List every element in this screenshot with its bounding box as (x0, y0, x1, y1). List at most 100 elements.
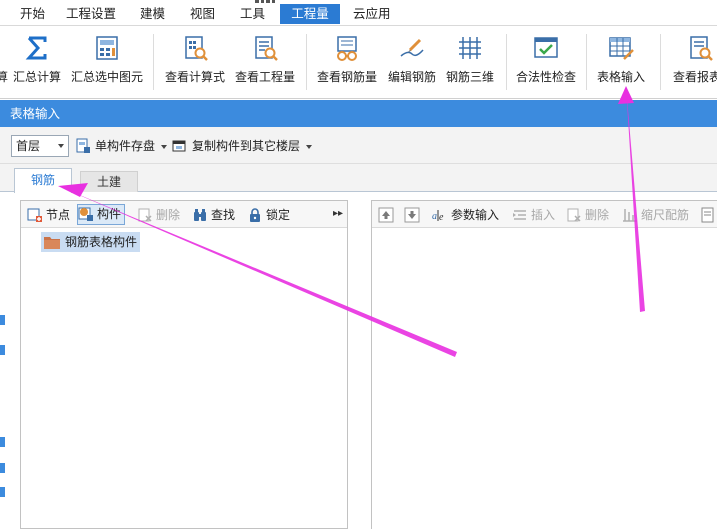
save-component-icon (76, 138, 90, 153)
view-rebar-button[interactable]: 查看钢筋量 (312, 26, 382, 99)
copy-floor-icon (172, 140, 186, 152)
tree-toolbar: 节点 构件 删除 查找 锁定 ▸▸ (21, 201, 347, 228)
background-window-edge (0, 463, 5, 473)
background-window-edge (0, 345, 5, 355)
parameter-toolbar: a e 参数输入 插入 删除 缩尺配筋 (372, 201, 717, 228)
copy-component-label: 复制构件到其它楼层 (192, 139, 301, 153)
move-up-button[interactable] (378, 206, 394, 224)
view-formula-button[interactable]: 查看计算式 (160, 26, 230, 99)
add-node-button[interactable]: 节点 (27, 206, 70, 224)
edit-rebar-icon (400, 38, 424, 57)
arrow-down-icon (404, 207, 420, 223)
insert-button[interactable]: 插入 (512, 206, 555, 224)
floor-select[interactable]: 首层 (11, 135, 69, 157)
param-input-icon: a e (432, 210, 444, 223)
view-report-label: 查看报表 (673, 70, 717, 84)
ribbon-separator (153, 34, 154, 90)
floor-select-value: 首层 (16, 139, 41, 153)
save-component-label: 单构件存盘 (95, 139, 156, 153)
add-component-button[interactable]: 构件 (77, 204, 126, 225)
document-icon (701, 207, 714, 223)
menu-project-settings[interactable]: 工程设置 (60, 4, 122, 24)
add-node-icon (27, 208, 42, 222)
panel-title: 表格输入 (0, 100, 717, 127)
ribbon-separator (586, 34, 587, 90)
view-quantity-button[interactable]: 查看工程量 (230, 26, 300, 99)
chevron-down-icon (58, 144, 64, 148)
arrow-up-icon (378, 207, 394, 223)
table-input-label: 表格输入 (596, 70, 645, 84)
menu-cloud[interactable]: 云应用 (347, 4, 397, 24)
rebar-3d-button[interactable]: 钢筋三维 (440, 26, 500, 99)
tab-civil[interactable]: 土建 (80, 171, 138, 192)
menu-start[interactable]: 开始 (14, 4, 51, 24)
delete-icon (567, 208, 581, 222)
calc-selected-icon (96, 36, 118, 60)
folder-icon (44, 237, 60, 249)
more-icon[interactable]: ▸▸ (333, 208, 343, 219)
ribbon-separator (506, 34, 507, 90)
insert-row-icon (513, 210, 526, 220)
param-input-button[interactable]: a e 参数输入 (432, 206, 499, 224)
delete-label: 删除 (156, 208, 181, 222)
copy-component-button[interactable]: 复制构件到其它楼层 (172, 137, 313, 155)
ribbon-partial-button[interactable]: 算 (0, 26, 8, 99)
view-quantity-icon (255, 36, 278, 61)
summary-calc-label: 汇总计算 (12, 70, 61, 84)
binoculars-icon (194, 209, 206, 221)
view-quantity-label: 查看工程量 (234, 70, 295, 84)
background-window-edge (0, 315, 5, 325)
view-rebar-label: 查看钢筋量 (316, 70, 377, 84)
svg-text:e: e (439, 212, 444, 223)
sigma-icon (25, 36, 47, 60)
scale-rebar-icon (623, 209, 637, 222)
edit-rebar-label: 编辑钢筋 (387, 70, 436, 84)
document-button[interactable] (700, 206, 716, 224)
menu-tools[interactable]: 工具 (234, 4, 271, 24)
menu-modeling[interactable]: 建模 (134, 4, 171, 24)
ribbon-separator (306, 34, 307, 90)
delete-button[interactable]: 删除 (137, 206, 180, 224)
view-formula-icon (185, 36, 208, 61)
summary-selected-button[interactable]: 汇总选中图元 (68, 26, 146, 99)
ribbon: 算 汇总计算 汇总选中图元 查看计算式 查看工程量 查看钢筋量 编辑钢筋 钢筋三… (0, 26, 717, 99)
rebar-3d-label: 钢筋三维 (445, 70, 494, 84)
tree-item-rebar-table[interactable]: 钢筋表格构件 (41, 232, 141, 252)
delete-row-label: 删除 (585, 208, 610, 222)
move-down-button[interactable] (404, 206, 420, 224)
find-button[interactable]: 查找 (192, 206, 235, 224)
tree-item-label: 钢筋表格构件 (65, 235, 138, 249)
lock-icon (250, 208, 260, 222)
chevron-down-icon (161, 144, 168, 149)
table-input-button[interactable]: 表格输入 (590, 26, 652, 99)
ribbon-separator (660, 34, 661, 90)
view-formula-label: 查看计算式 (164, 70, 225, 84)
edit-rebar-button[interactable]: 编辑钢筋 (382, 26, 442, 99)
delete-icon (138, 208, 152, 222)
scale-rebar-label: 缩尺配筋 (641, 208, 690, 222)
background-window-edge (0, 487, 5, 497)
save-component-button[interactable]: 单构件存盘 (75, 137, 168, 155)
find-label: 查找 (211, 208, 236, 222)
lock-button[interactable]: 锁定 (247, 206, 290, 224)
add-component-icon (78, 207, 93, 221)
parameter-pane: a e 参数输入 插入 删除 缩尺配筋 (371, 200, 717, 529)
summary-calc-button[interactable]: 汇总计算 (8, 26, 66, 99)
table-input-icon (609, 37, 634, 60)
ribbon-partial-label: 算 (0, 70, 9, 84)
chevron-down-icon (306, 144, 313, 149)
menu-quantity[interactable]: 工程量 (280, 4, 340, 24)
scale-rebar-button[interactable]: 缩尺配筋 (622, 206, 689, 224)
background-window-edge (0, 437, 5, 447)
rebar-3d-icon (459, 37, 481, 59)
tab-rebar[interactable]: 钢筋 (14, 168, 72, 193)
insert-label: 插入 (531, 208, 556, 222)
component-tree-pane: 节点 构件 删除 查找 锁定 ▸▸ 钢筋表格构件 (20, 200, 348, 529)
check-icon (534, 37, 558, 58)
menu-view[interactable]: 视图 (184, 4, 221, 24)
validity-check-button[interactable]: 合法性检查 (510, 26, 582, 99)
param-input-label: 参数输入 (451, 208, 500, 222)
delete-row-button[interactable]: 删除 (566, 206, 609, 224)
view-report-button[interactable]: 查看报表 (670, 26, 717, 99)
table-toolbar: 首层 单构件存盘 复制构件到其它楼层 (0, 127, 717, 164)
